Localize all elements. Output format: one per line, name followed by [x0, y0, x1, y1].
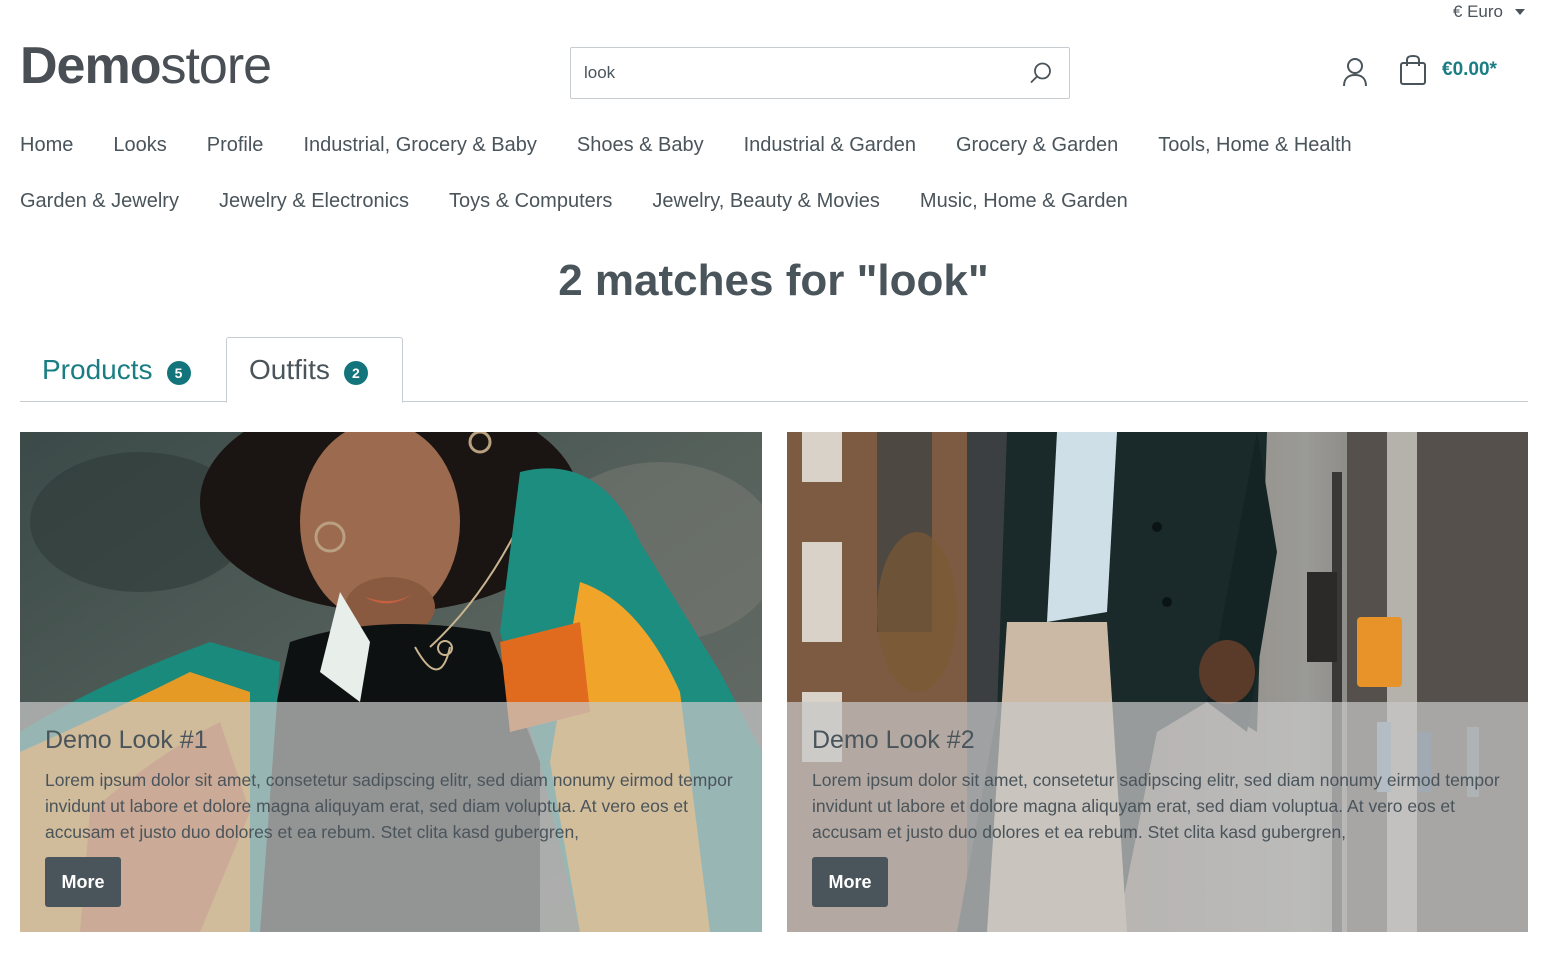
card-description: Lorem ipsum dolor sit amet, consetetur s… [45, 770, 733, 842]
search-button[interactable] [1013, 48, 1069, 98]
nav-item-jewelry-beauty-movies[interactable]: Jewelry, Beauty & Movies [652, 190, 880, 213]
look-card[interactable]: Demo Look #1 Lorem ipsum dolor sit amet,… [20, 432, 762, 932]
nav-item-profile[interactable]: Profile [207, 134, 264, 157]
account-button[interactable] [1340, 56, 1370, 88]
user-icon [1343, 58, 1367, 87]
nav-item-home[interactable]: Home [20, 134, 73, 157]
main-nav-row-1: Home Looks Profile Industrial, Grocery &… [20, 134, 1530, 157]
nav-item-toys-computers[interactable]: Toys & Computers [449, 190, 612, 213]
store-logo[interactable]: Demostore [20, 37, 272, 95]
search-box [570, 47, 1070, 99]
cart-total: €0.00* [1442, 59, 1497, 80]
tab-products[interactable]: Products 5 [20, 337, 213, 402]
count-badge: 5 [166, 360, 191, 385]
card-description: Lorem ipsum dolor sit amet, consetetur s… [812, 770, 1500, 842]
main-nav-row-2: Garden & Jewelry Jewelry & Electronics T… [20, 190, 1530, 213]
nav-item-tools-home-health[interactable]: Tools, Home & Health [1158, 134, 1351, 157]
more-button[interactable]: More [812, 857, 888, 907]
logo-light: store [160, 37, 272, 95]
cart-button[interactable]: €0.00* [1398, 54, 1497, 86]
search-results-heading: 2 matches for "look" [558, 256, 989, 305]
currency-selector[interactable]: € Euro [1453, 2, 1525, 22]
logo-bold: Demo [20, 37, 161, 95]
look-card[interactable]: Demo Look #2 Lorem ipsum dolor sit amet,… [787, 432, 1528, 932]
more-button[interactable]: More [45, 857, 121, 907]
nav-item-industrial-grocery-baby[interactable]: Industrial, Grocery & Baby [303, 134, 536, 157]
nav-item-grocery-garden[interactable]: Grocery & Garden [956, 134, 1118, 157]
nav-item-music-home-garden[interactable]: Music, Home & Garden [920, 190, 1128, 213]
card-overlay: Demo Look #1 Lorem ipsum dolor sit amet,… [20, 702, 762, 932]
card-title[interactable]: Demo Look #1 [45, 726, 737, 755]
caret-down-icon [1515, 9, 1525, 15]
tab-products-label: Products [42, 353, 153, 385]
tab-outfits-label: Outfits [249, 354, 330, 385]
nav-item-jewelry-electronics[interactable]: Jewelry & Electronics [219, 190, 409, 213]
card-overlay: Demo Look #2 Lorem ipsum dolor sit amet,… [787, 702, 1528, 932]
shopping-bag-icon [1400, 54, 1426, 85]
currency-label: € Euro [1452, 2, 1503, 21]
nav-item-garden-jewelry[interactable]: Garden & Jewelry [20, 190, 179, 213]
results-tabs: Products 5 Outfits 2 [20, 337, 1528, 403]
search-icon [1030, 62, 1051, 83]
search-input[interactable] [571, 48, 1013, 98]
nav-item-industrial-garden[interactable]: Industrial & Garden [744, 134, 916, 157]
tab-outfits[interactable]: Outfits 2 [226, 337, 403, 403]
nav-item-looks[interactable]: Looks [113, 134, 166, 157]
count-badge: 2 [343, 361, 368, 385]
card-title[interactable]: Demo Look #2 [812, 726, 1503, 755]
nav-item-shoes-baby[interactable]: Shoes & Baby [577, 134, 704, 157]
